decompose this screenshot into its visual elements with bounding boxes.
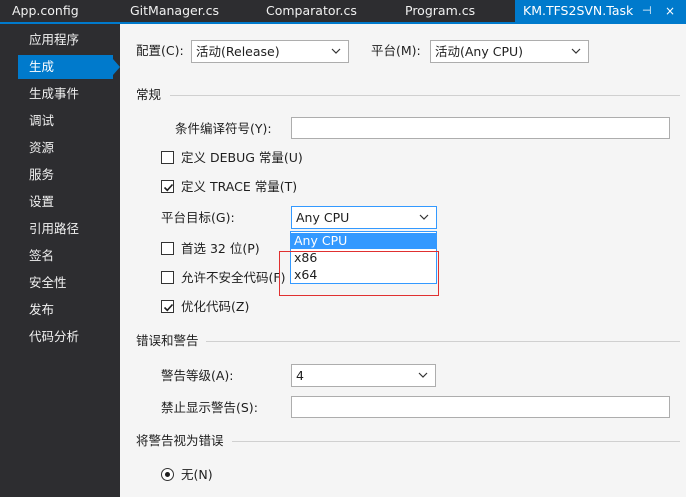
sidebar-item-application[interactable]: 应用程序 <box>18 28 113 52</box>
conditional-symbols-label: 条件编译符号(Y): <box>175 121 272 136</box>
radio-selected-dot <box>165 472 170 477</box>
pin-icon[interactable]: ⊣ <box>642 0 652 22</box>
sidebar-item-label: 应用程序 <box>29 32 80 47</box>
define-debug-label: 定义 DEBUG 常量(U) <box>181 150 303 165</box>
close-icon[interactable]: × <box>665 0 675 22</box>
sidebar-item-build[interactable]: 生成 <box>18 55 113 79</box>
treat-warnings-none-label: 无(N) <box>181 467 213 482</box>
section-divider <box>232 441 680 442</box>
suppress-warnings-label: 禁止显示警告(S): <box>161 400 258 415</box>
platform-target-select[interactable]: Any CPU <box>291 206 437 229</box>
sidebar-item-signing[interactable]: 签名 <box>18 244 113 268</box>
sidebar-item-settings[interactable]: 设置 <box>18 190 113 214</box>
errors-section-title: 错误和警告 <box>136 333 199 348</box>
treat-warnings-none-radio[interactable] <box>161 468 174 481</box>
configuration-value: 活动(Release) <box>196 44 280 59</box>
tab-label: KM.TFS2SVN.Task <box>523 3 634 18</box>
sidebar-item-label: 服务 <box>29 167 55 182</box>
highlight-annotation-box <box>279 251 439 296</box>
sidebar-item-build-events[interactable]: 生成事件 <box>18 82 113 106</box>
tab-label: Comparator.cs <box>266 3 357 18</box>
tab-program[interactable]: Program.cs <box>405 0 475 22</box>
chevron-down-icon <box>571 48 581 54</box>
warning-level-label: 警告等级(A): <box>161 368 234 383</box>
sidebar-item-label: 生成事件 <box>29 86 80 101</box>
sidebar-item-debug[interactable]: 调试 <box>18 109 113 133</box>
prefer-32bit-checkbox[interactable] <box>161 242 174 255</box>
sidebar-item-label: 引用路径 <box>29 221 80 236</box>
tab-km-tfs2svn-task[interactable]: KM.TFS2SVN.Task ⊣ × <box>515 0 686 22</box>
section-divider <box>170 95 680 96</box>
project-properties-sidebar: 应用程序 生成 生成事件 调试 资源 服务 设置 引用路径 签名 安全性 发布 … <box>0 24 120 497</box>
platform-target-label: 平台目标(G): <box>161 210 235 225</box>
configuration-select[interactable]: 活动(Release) <box>191 40 349 63</box>
define-debug-checkbox[interactable] <box>161 151 174 164</box>
optimize-code-checkbox[interactable] <box>161 300 174 313</box>
tab-gitmanager[interactable]: GitManager.cs <box>130 0 219 22</box>
allow-unsafe-label: 允许不安全代码(F) <box>181 270 286 285</box>
define-trace-label: 定义 TRACE 常量(T) <box>181 179 298 194</box>
sidebar-item-label: 生成 <box>29 59 55 74</box>
allow-unsafe-checkbox[interactable] <box>161 271 174 284</box>
tab-app-config[interactable]: App.config <box>12 0 79 22</box>
sidebar-item-services[interactable]: 服务 <box>18 163 113 187</box>
platform-label: 平台(M): <box>371 43 421 58</box>
chevron-down-icon <box>418 372 428 378</box>
configuration-label: 配置(C): <box>136 43 184 58</box>
optimize-code-label: 优化代码(Z) <box>181 299 250 314</box>
checkmark-icon <box>163 183 174 192</box>
dropdown-option[interactable]: Any CPU <box>291 233 436 249</box>
suppress-warnings-input[interactable] <box>291 396 670 418</box>
tab-label: App.config <box>12 3 79 18</box>
warning-level-value: 4 <box>296 368 304 383</box>
chevron-down-icon <box>331 48 341 54</box>
platform-target-value: Any CPU <box>296 210 350 225</box>
define-trace-checkbox[interactable] <box>161 180 174 193</box>
conditional-symbols-input[interactable] <box>291 117 670 139</box>
platform-select[interactable]: 活动(Any CPU) <box>430 40 589 63</box>
prefer-32bit-label: 首选 32 位(P) <box>181 241 260 256</box>
section-divider <box>206 341 680 342</box>
tab-label: GitManager.cs <box>130 3 220 18</box>
sidebar-item-label: 签名 <box>29 248 55 263</box>
sidebar-item-label: 设置 <box>29 194 55 209</box>
sidebar-item-resources[interactable]: 资源 <box>18 136 113 160</box>
treat-warnings-section-title: 将警告视为错误 <box>136 433 224 448</box>
active-item-arrow <box>113 59 120 75</box>
chevron-down-icon <box>419 214 429 220</box>
document-tab-strip: App.config GitManager.cs Comparator.cs P… <box>0 0 686 22</box>
warning-level-select[interactable]: 4 <box>291 364 436 387</box>
sidebar-item-label: 资源 <box>29 140 55 155</box>
sidebar-item-label: 代码分析 <box>29 329 80 344</box>
sidebar-item-label: 发布 <box>29 302 55 317</box>
checkmark-icon <box>163 303 174 312</box>
sidebar-item-label: 调试 <box>29 113 55 128</box>
platform-value: 活动(Any CPU) <box>435 44 524 59</box>
tab-label: Program.cs <box>405 3 476 18</box>
sidebar-item-security[interactable]: 安全性 <box>18 271 113 295</box>
sidebar-item-code-analysis[interactable]: 代码分析 <box>18 325 113 349</box>
tab-comparator[interactable]: Comparator.cs <box>266 0 357 22</box>
sidebar-item-label: 安全性 <box>29 275 67 290</box>
sidebar-item-reference-paths[interactable]: 引用路径 <box>18 217 113 241</box>
sidebar-item-publish[interactable]: 发布 <box>18 298 113 322</box>
general-section-title: 常规 <box>136 87 162 102</box>
